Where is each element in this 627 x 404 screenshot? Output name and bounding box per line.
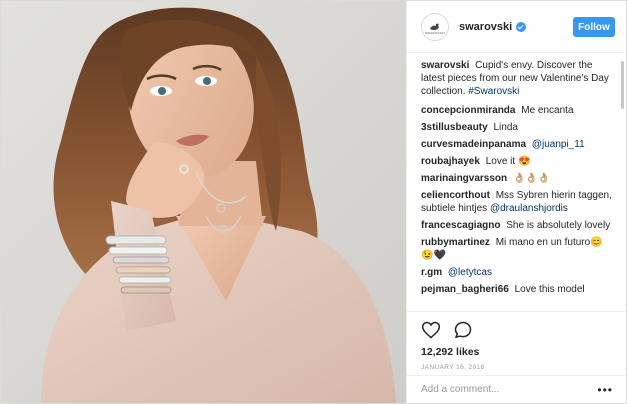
comment-item: 3stillusbeauty Linda	[421, 121, 615, 134]
comment-mention-link[interactable]: @juanpi_11	[532, 139, 585, 150]
comments-scrollbar[interactable]	[621, 61, 624, 109]
comment-text: Me encanta	[521, 105, 574, 116]
verified-badge-icon	[516, 21, 527, 32]
model-portrait-image	[1, 1, 406, 403]
comment-input[interactable]	[421, 384, 598, 395]
header-username[interactable]: swarovski	[459, 21, 512, 33]
likes-count[interactable]: 12,292 likes	[421, 346, 613, 358]
comment-username[interactable]: marinaingvarsson	[421, 173, 507, 184]
comment-username[interactable]: concepcionmiranda	[421, 105, 515, 116]
comment-item: francescagiagno She is absolutely lovely	[421, 219, 615, 232]
action-icons-row	[421, 318, 613, 342]
comment-item: marinaingvarsson 👌🏼👌🏼👌🏼	[421, 172, 615, 185]
comment-item: r.gm @letytcas	[421, 266, 615, 279]
comment-icon[interactable]	[453, 320, 473, 340]
comment-item: pejman_bagheri66 Love this model	[421, 283, 615, 296]
comment-mention-link[interactable]: @draulanshjordis	[490, 203, 568, 214]
post-sidebar: SWAROVSKI swarovski Follow swarovski Cup…	[406, 1, 627, 403]
post-date: JANUARY 16, 2018	[421, 364, 485, 371]
add-comment-bar: •••	[407, 375, 627, 403]
comment-item: roubajhayek Love it 😍	[421, 155, 615, 168]
more-options-icon[interactable]: •••	[597, 383, 613, 397]
heart-icon[interactable]	[421, 320, 441, 340]
comment-text: She is absolutely lovely	[506, 220, 611, 231]
avatar[interactable]: SWAROVSKI	[421, 12, 449, 41]
comment-item: concepcionmiranda Me encanta	[421, 104, 615, 117]
comment-text: Linda	[493, 122, 518, 133]
comments-list: swarovski Cupid's envy. Discover the lat…	[407, 59, 627, 311]
comment-username[interactable]: francescagiagno	[421, 220, 500, 231]
comment-text: Love this model	[514, 284, 585, 295]
post-caption: swarovski Cupid's envy. Discover the lat…	[421, 59, 615, 98]
comment-item: celiencorthout Mss Sybren hierin taggen,…	[421, 189, 615, 215]
comment-username[interactable]: celiencorthout	[421, 190, 490, 201]
caption-username[interactable]: swarovski	[421, 60, 469, 71]
comment-username[interactable]: pejman_bagheri66	[421, 284, 509, 295]
comment-username[interactable]: roubajhayek	[421, 156, 480, 167]
post-photo[interactable]	[1, 1, 406, 403]
avatar-wordmark: SWAROVSKI	[425, 30, 445, 35]
comment-item: rubbymartinez Mi mano en un futuro😊😉🖤	[421, 236, 615, 262]
comment-username[interactable]: curvesmadeinpanama	[421, 139, 526, 150]
comment-mention-link[interactable]: @letytcas	[448, 267, 492, 278]
comment-username[interactable]: rubbymartinez	[421, 237, 490, 248]
follow-button[interactable]: Follow	[573, 17, 615, 37]
comment-username[interactable]: 3stillusbeauty	[421, 122, 488, 133]
comment-item: curvesmadeinpanama @juanpi_11	[421, 138, 615, 151]
comment-username[interactable]: r.gm	[421, 267, 442, 278]
instagram-post: SWAROVSKI swarovski Follow swarovski Cup…	[0, 0, 627, 404]
comment-text: Love it 😍	[485, 156, 531, 167]
post-header: SWAROVSKI swarovski Follow	[407, 1, 627, 53]
caption-hashtag[interactable]: #Swarovski	[468, 86, 519, 97]
comment-text: 👌🏼👌🏼👌🏼	[512, 173, 551, 184]
